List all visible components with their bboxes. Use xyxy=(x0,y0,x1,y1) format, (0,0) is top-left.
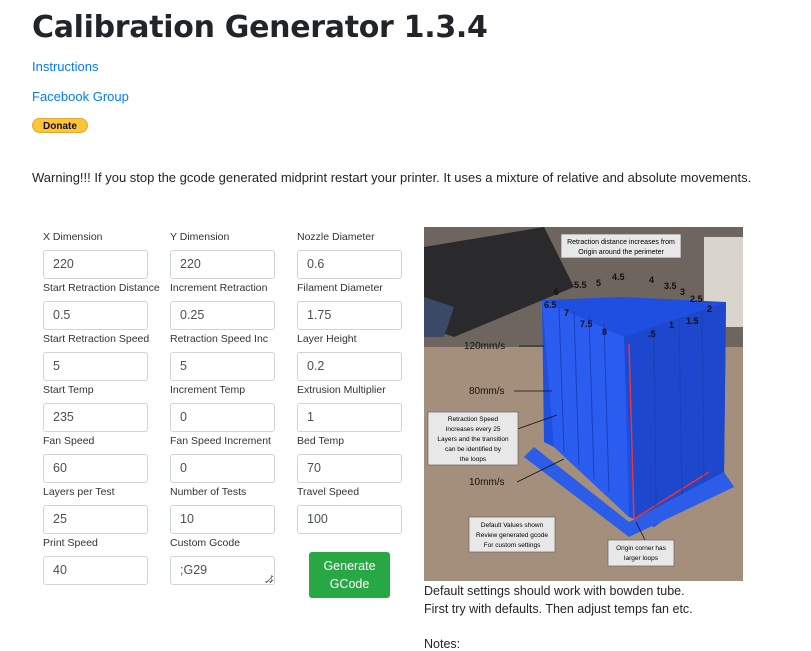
travel-speed-label: Travel Speed xyxy=(297,486,360,498)
callout-speed-line: Increases every 25 xyxy=(446,426,501,433)
filament-diameter-label: Filament Diameter xyxy=(297,282,383,294)
fan-speed-increment-label: Fan Speed Increment xyxy=(170,435,271,447)
layer-height-input[interactable]: 0.2 xyxy=(297,352,402,381)
start-retraction-speed-label: Start Retraction Speed xyxy=(43,333,150,345)
y-dimension-input[interactable]: 220 xyxy=(170,250,275,279)
extrusion-multiplier-label: Extrusion Multiplier xyxy=(297,384,386,396)
distance-label: 3.5 xyxy=(664,281,677,291)
generate-gcode-button[interactable]: Generate GCode xyxy=(309,552,390,598)
callout-top-line2: Origin around the perimeter xyxy=(578,249,664,256)
increment-retraction-input[interactable]: 0.25 xyxy=(170,301,275,330)
speed-label: 10mm/s xyxy=(469,477,505,488)
bed-temp-input[interactable]: 70 xyxy=(297,454,402,483)
calibration-print-photo: Retraction distance increases from Origi… xyxy=(424,227,743,581)
custom-gcode-label: Custom Gcode xyxy=(170,537,241,549)
x-dimension-input[interactable]: 220 xyxy=(43,250,148,279)
travel-speed-input[interactable]: 100 xyxy=(297,505,402,534)
callout-origin-line: Origin corner has xyxy=(616,545,667,552)
notes-heading: Notes: xyxy=(424,637,461,651)
number-of-tests-label: Number of Tests xyxy=(170,486,247,498)
y-dimension-label: Y Dimension xyxy=(170,231,230,243)
x-dimension-label: X Dimension xyxy=(43,231,103,243)
bed-temp-label: Bed Temp xyxy=(297,435,345,447)
distance-label: .5 xyxy=(648,329,656,339)
print-speed-label: Print Speed xyxy=(43,537,98,549)
distance-label: 8 xyxy=(602,327,607,337)
nozzle-diameter-input[interactable]: 0.6 xyxy=(297,250,402,279)
callout-origin-line: larger loops xyxy=(624,555,659,562)
gcode-label: GCode xyxy=(329,577,370,591)
distance-label: 7 xyxy=(564,308,569,318)
distance-label: 2.5 xyxy=(690,294,703,304)
donate-button[interactable]: Donate xyxy=(32,118,88,133)
warning-text: Warning!!! If you stop the gcode generat… xyxy=(32,170,752,185)
start-retraction-distance-label: Start Retraction Distance xyxy=(43,282,160,294)
distance-label: 6.5 xyxy=(544,300,557,310)
start-temp-input[interactable]: 235 xyxy=(43,403,148,432)
filament-diameter-input[interactable]: 1.75 xyxy=(297,301,402,330)
distance-label: 5 xyxy=(596,278,601,288)
distance-label: 1 xyxy=(669,320,674,330)
extrusion-multiplier-input[interactable]: 1 xyxy=(297,403,402,432)
layers-per-test-label: Layers per Test xyxy=(43,486,115,498)
callout-top-line1: Retraction distance increases from xyxy=(567,239,675,246)
distance-label: 3 xyxy=(680,287,685,297)
custom-gcode-input[interactable]: ;G29 xyxy=(170,556,275,585)
increment-retraction-label: Increment Retraction xyxy=(170,282,268,294)
callout-speed-line: can be identified by xyxy=(445,446,502,453)
callout-speed-line: Layers and the transition xyxy=(437,436,509,443)
increment-temp-label: Increment Temp xyxy=(170,384,246,396)
retraction-speed-inc-label: Retraction Speed Inc xyxy=(170,333,269,345)
notes-line-2: First try with defaults. Then adjust tem… xyxy=(424,602,693,616)
fan-speed-label: Fan Speed xyxy=(43,435,95,447)
notes-line-1: Default settings should work with bowden… xyxy=(424,584,685,598)
nozzle-diameter-label: Nozzle Diameter xyxy=(297,231,375,243)
instructions-link[interactable]: Instructions xyxy=(32,59,98,74)
number-of-tests-input[interactable]: 10 xyxy=(170,505,275,534)
distance-label: 7.5 xyxy=(580,319,593,329)
fan-speed-increment-input[interactable]: 0 xyxy=(170,454,275,483)
distance-label: 5.5 xyxy=(574,280,587,290)
distance-label: 2 xyxy=(707,304,712,314)
callout-default-line: Review generated gcode xyxy=(476,532,548,539)
speed-label: 120mm/s xyxy=(464,341,505,352)
retraction-speed-inc-input[interactable]: 5 xyxy=(170,352,275,381)
callout-default-line: Default Values shown xyxy=(481,522,544,529)
distance-label: 4.5 xyxy=(612,272,625,282)
layer-height-label: Layer Height xyxy=(297,333,357,345)
callout-speed-line: the loops xyxy=(460,456,487,463)
page-title: Calibration Generator 1.3.4 xyxy=(32,10,488,45)
start-retraction-speed-input[interactable]: 5 xyxy=(43,352,148,381)
distance-label: 1.5 xyxy=(686,316,699,326)
print-speed-input[interactable]: 40 xyxy=(43,556,148,585)
start-temp-label: Start Temp xyxy=(43,384,94,396)
callout-default-line: For custom settings xyxy=(484,542,541,549)
facebook-group-link[interactable]: Facebook Group xyxy=(32,89,129,104)
layers-per-test-input[interactable]: 25 xyxy=(43,505,148,534)
distance-label: 4 xyxy=(649,275,654,285)
speed-label: 80mm/s xyxy=(469,386,505,397)
distance-label: 6 xyxy=(554,287,559,297)
increment-temp-input[interactable]: 0 xyxy=(170,403,275,432)
callout-speed-line: Retraction Speed xyxy=(448,416,499,423)
fan-speed-input[interactable]: 60 xyxy=(43,454,148,483)
start-retraction-distance-input[interactable]: 0.5 xyxy=(43,301,148,330)
generate-label: Generate xyxy=(323,559,376,573)
